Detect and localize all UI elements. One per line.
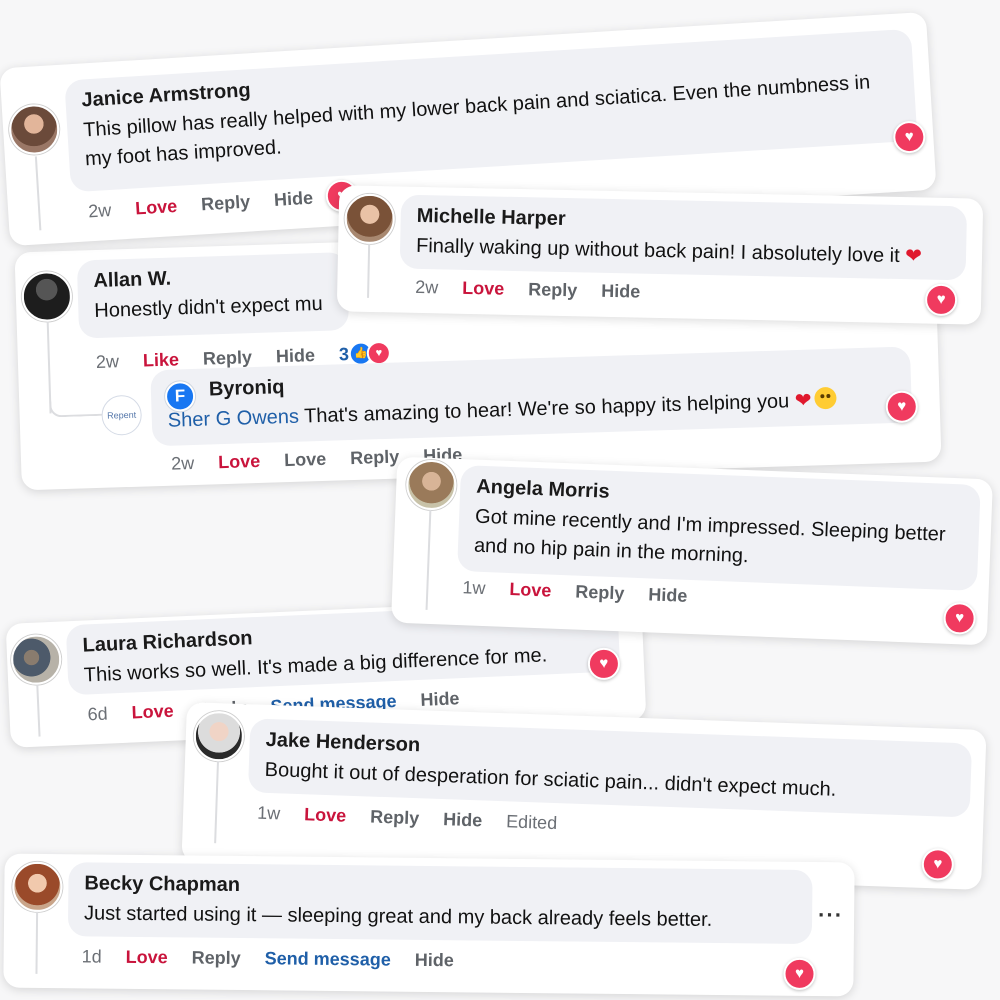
reply-button[interactable]: Reply bbox=[201, 191, 251, 215]
comment-bubble: Michelle Harper Finally waking up withou… bbox=[399, 194, 968, 281]
comment-card-angela: Angela Morris Got mine recently and I'm … bbox=[391, 456, 993, 646]
thread-line bbox=[214, 761, 219, 844]
comment-text: Got mine recently and I'm impressed. Sle… bbox=[473, 505, 946, 568]
avatar[interactable] bbox=[12, 861, 63, 913]
avatar[interactable] bbox=[7, 103, 61, 156]
comment-actions: 2w Love Reply Hide bbox=[415, 277, 640, 303]
thread-connector bbox=[49, 399, 104, 418]
comment-time[interactable]: 2w bbox=[415, 277, 438, 298]
love-reaction-badge[interactable]: ♥ bbox=[943, 601, 977, 635]
thread-line bbox=[367, 243, 371, 298]
comment-bubble: Allan W. Honestly didn't expect mu bbox=[76, 252, 350, 339]
happy-emoji-icon bbox=[814, 386, 837, 410]
reply-button[interactable]: Reply bbox=[203, 347, 253, 370]
love-reaction-badge[interactable]: ♥ bbox=[892, 120, 927, 155]
hide-button[interactable]: Hide bbox=[273, 188, 313, 211]
commenter-name[interactable]: Allan W. bbox=[93, 263, 332, 293]
comment-time[interactable]: 1w bbox=[257, 803, 281, 825]
thread-line bbox=[36, 684, 41, 737]
comment-text: Just started using it — sleeping great a… bbox=[83, 902, 713, 931]
comment-time[interactable]: 2w bbox=[88, 200, 112, 222]
love-reaction-badge[interactable]: ♥ bbox=[783, 957, 816, 991]
comment-time[interactable]: 6d bbox=[87, 704, 108, 726]
inline-heart-icon: ❤ bbox=[904, 245, 923, 268]
thread-line bbox=[425, 509, 432, 610]
comment-card-becky: Becky Chapman Just started using it — sl… bbox=[3, 853, 855, 997]
like-button[interactable]: Like bbox=[143, 349, 180, 371]
love-button[interactable]: Love bbox=[126, 947, 168, 968]
hide-button[interactable]: Hide bbox=[415, 950, 454, 971]
comment-text: Honestly didn't expect mu bbox=[94, 292, 323, 323]
love-button[interactable]: Love bbox=[135, 196, 178, 220]
love-button[interactable]: Love bbox=[462, 278, 504, 300]
avatar[interactable] bbox=[10, 633, 63, 686]
comment-text: Finally waking up without back pain! I a… bbox=[416, 235, 922, 268]
reply-time[interactable]: 2w bbox=[171, 453, 195, 475]
avatar[interactable] bbox=[344, 193, 396, 245]
comment-bubble: Jake Henderson Bought it out of desperat… bbox=[247, 718, 973, 818]
comment-actions: 1w Love Reply Hide Edited bbox=[257, 803, 558, 834]
comment-text-body: Finally waking up without back pain! I a… bbox=[415, 234, 900, 268]
comment-time[interactable]: 1d bbox=[82, 946, 102, 967]
comment-bubble: Janice Armstrong This pillow has really … bbox=[64, 28, 918, 193]
reply-button[interactable]: Reply bbox=[575, 582, 625, 605]
hide-button[interactable]: Hide bbox=[601, 281, 640, 303]
love-reaction-badge[interactable]: ♥ bbox=[885, 390, 919, 424]
edited-label: Edited bbox=[505, 811, 558, 834]
comment-actions: 1w Love Reply Hide bbox=[462, 577, 688, 607]
hide-button[interactable]: Hide bbox=[443, 809, 483, 831]
thread-line bbox=[46, 321, 52, 414]
reply-button[interactable]: Reply bbox=[192, 948, 241, 970]
hide-button[interactable]: Hide bbox=[648, 584, 688, 606]
repent-watermark: Repent bbox=[101, 394, 143, 436]
hide-button[interactable]: Hide bbox=[420, 688, 460, 711]
avatar[interactable] bbox=[193, 710, 245, 763]
commenter-name[interactable]: Michelle Harper bbox=[417, 205, 951, 239]
byroniq-logo-icon[interactable]: F bbox=[164, 380, 196, 412]
comment-actions: 2w Love Reply Hide bbox=[88, 188, 314, 223]
send-message-button[interactable]: Send message bbox=[265, 948, 391, 970]
heart-icon: ♥ bbox=[366, 340, 392, 366]
love-reaction-badge[interactable]: ♥ bbox=[924, 283, 958, 317]
comment-time[interactable]: 2w bbox=[96, 351, 120, 373]
commenter-name[interactable]: Becky Chapman bbox=[84, 872, 796, 902]
comment-card-michelle: Michelle Harper Finally waking up withou… bbox=[336, 185, 984, 325]
avatar[interactable] bbox=[21, 270, 73, 323]
love-button[interactable]: Love bbox=[509, 579, 552, 602]
hide-button[interactable]: Hide bbox=[276, 345, 316, 367]
reply-button[interactable]: Reply bbox=[528, 279, 577, 301]
thread-line bbox=[35, 911, 39, 974]
inline-heart-icon: ❤ bbox=[794, 389, 812, 413]
love-reaction-badge[interactable]: ♥ bbox=[921, 847, 955, 881]
avatar[interactable] bbox=[405, 459, 458, 511]
love-button[interactable]: Love bbox=[304, 804, 347, 826]
love-button[interactable]: Love bbox=[131, 701, 174, 724]
love-action-button[interactable]: Love bbox=[284, 449, 327, 471]
comment-bubble: Becky Chapman Just started using it — sl… bbox=[67, 862, 813, 945]
reply-button[interactable]: Reply bbox=[370, 807, 420, 830]
reaction-count: 3 bbox=[338, 343, 350, 364]
reply-button[interactable]: Reply bbox=[350, 447, 400, 470]
comment-actions: 1d Love Reply Send message Hide bbox=[82, 946, 454, 971]
comment-bubble: Angela Morris Got mine recently and I'm … bbox=[457, 465, 981, 591]
more-options-icon[interactable]: ··· bbox=[818, 902, 843, 928]
thread-line bbox=[34, 156, 42, 231]
comment-time[interactable]: 1w bbox=[462, 577, 486, 599]
love-reaction-badge[interactable]: ♥ bbox=[587, 647, 621, 681]
love-button[interactable]: Love bbox=[218, 451, 261, 473]
